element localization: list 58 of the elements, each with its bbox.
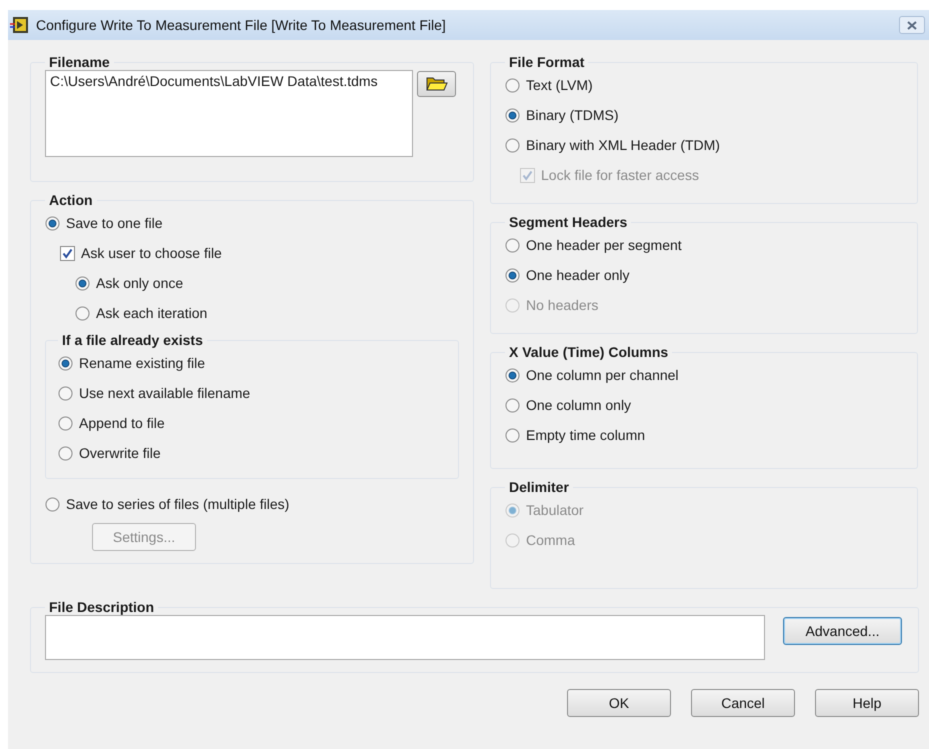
option-label: Empty time column: [526, 427, 646, 443]
checkbox[interactable]: [60, 246, 75, 260]
group-title: If a file already exists: [61, 332, 204, 348]
app-icon: [10, 16, 30, 34]
option-label: Save to one file: [66, 215, 163, 231]
option-label: Lock file for faster access: [541, 167, 699, 183]
option-label: Comma: [526, 532, 576, 548]
option-label: Tabulator: [526, 502, 584, 518]
option-label: One header per segment: [526, 237, 682, 253]
radio-button[interactable]: [45, 496, 60, 512]
option-label: Binary (TDMS): [526, 107, 619, 123]
dialog-button[interactable]: OK: [567, 689, 671, 717]
option-label: One header only: [526, 267, 630, 283]
folder-icon: [426, 76, 448, 92]
browse-button[interactable]: [417, 71, 456, 97]
option-label: Append to file: [79, 415, 165, 431]
group-title: Filename: [48, 54, 111, 70]
group-title: Segment Headers: [508, 214, 628, 230]
option-label: Overwrite file: [79, 445, 161, 461]
radio-button[interactable]: [58, 446, 73, 460]
option-label: Binary with XML Header (TDM): [526, 137, 720, 153]
radio-button[interactable]: [505, 138, 520, 152]
window-title: Configure Write To Measurement File [Write To Measurement File]: [36, 17, 447, 33]
option-label: Text (LVM): [526, 77, 593, 93]
radio-button[interactable]: [505, 238, 520, 252]
option-label: Ask each iteration: [96, 305, 208, 321]
radio-button[interactable]: [505, 368, 520, 382]
radio-button[interactable]: [58, 356, 73, 370]
option-label: No headers: [526, 297, 598, 313]
description-field[interactable]: [45, 615, 765, 660]
group-title: Action: [48, 192, 94, 208]
radio-button[interactable]: [505, 268, 520, 282]
radio-button[interactable]: [58, 386, 73, 400]
option-label: One column only: [526, 397, 632, 413]
group-title: File Format: [508, 54, 586, 70]
option-label: Save to series of files (multiple files): [66, 496, 290, 512]
radio-button[interactable]: [75, 306, 90, 320]
option-label: Ask user to choose file: [81, 245, 222, 261]
advanced-button[interactable]: Advanced...: [783, 617, 902, 645]
radio-button[interactable]: [58, 416, 73, 430]
radio-button[interactable]: [505, 78, 520, 92]
filename-field[interactable]: C:\Users\André\Documents\LabVIEW Data\test.tdms: [45, 70, 413, 157]
option-label: Ask only once: [96, 275, 184, 291]
group-title: File Description: [48, 599, 156, 615]
option-label: Rename existing file: [79, 355, 206, 371]
group-title: X Value (Time) Columns: [508, 344, 670, 360]
radio-button[interactable]: [45, 216, 60, 230]
option-label: Use next available filename: [79, 385, 250, 401]
radio-button[interactable]: [75, 276, 90, 290]
close-icon: [907, 20, 917, 30]
close-button[interactable]: [899, 16, 925, 34]
dialog-button[interactable]: Help: [815, 689, 919, 717]
radio-button[interactable]: [505, 108, 520, 122]
dialog-button[interactable]: Cancel: [691, 689, 795, 717]
option-label: One column per channel: [526, 367, 679, 383]
group-title: Delimiter: [508, 479, 570, 495]
radio-button[interactable]: [505, 428, 520, 442]
radio-button[interactable]: [505, 398, 520, 412]
